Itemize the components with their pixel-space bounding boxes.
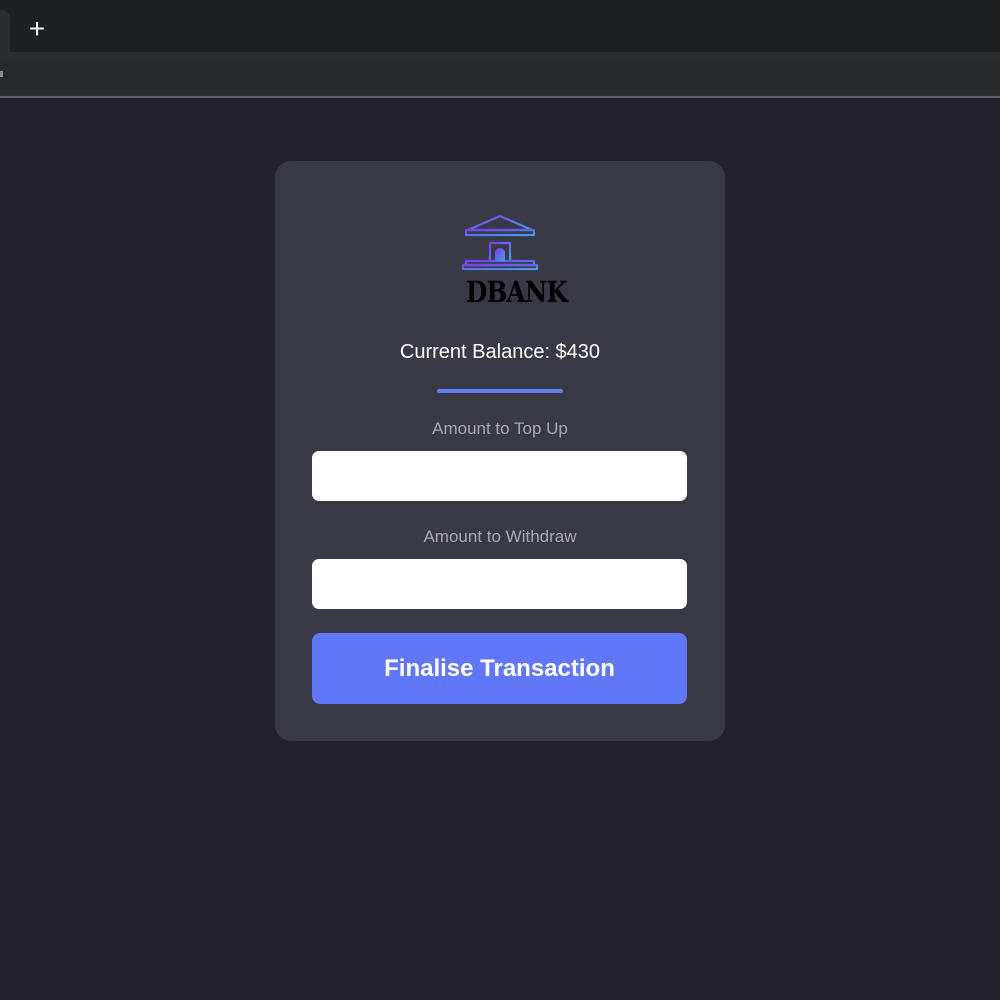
topup-input[interactable] — [312, 451, 687, 501]
browser-toolbar — [0, 52, 1000, 96]
address-bar[interactable] — [0, 58, 1000, 90]
bank-building-icon — [461, 214, 539, 271]
bank-card: DBANK Current Balance: $430 Amount to To… — [275, 161, 725, 741]
new-tab-button[interactable]: + — [22, 14, 52, 44]
topup-label: Amount to Top Up — [432, 419, 568, 438]
withdraw-label: Amount to Withdraw — [423, 527, 577, 546]
browser-tab-strip: + — [0, 0, 1000, 52]
accent-divider — [437, 389, 563, 393]
finalise-transaction-button[interactable]: Finalise Transaction — [312, 633, 687, 704]
logo-text: DBANK — [466, 275, 568, 309]
withdraw-input[interactable] — [312, 559, 687, 609]
browser-tab[interactable] — [0, 10, 10, 52]
current-balance: Current Balance: $430 — [399, 341, 601, 363]
dbank-logo: DBANK — [460, 213, 568, 313]
toolbar-indicator — [0, 71, 3, 77]
plus-icon: + — [28, 13, 46, 44]
